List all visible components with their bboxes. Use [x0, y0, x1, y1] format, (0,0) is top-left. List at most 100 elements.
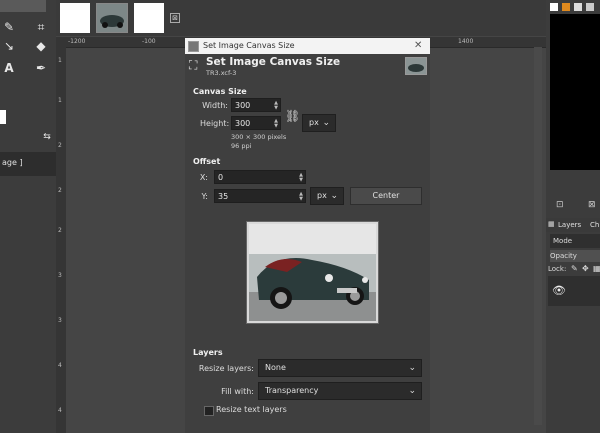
- dialog-window-icon: [188, 41, 199, 52]
- pattern-icon[interactable]: [562, 3, 570, 11]
- dialog-header-title: Set Image Canvas Size: [206, 56, 341, 68]
- decrement-icon[interactable]: ▼: [274, 106, 278, 111]
- x-label: X:: [199, 173, 208, 182]
- height-field[interactable]: 300 ▲ ▼: [231, 116, 281, 130]
- width-value: 300: [235, 101, 251, 110]
- car-preview-image: [249, 224, 376, 321]
- close-icon[interactable]: ✕: [414, 40, 422, 51]
- canvas-size-section-title: Canvas Size: [193, 87, 247, 96]
- image-tab-3[interactable]: [134, 3, 164, 33]
- toolbox-panel: ✎ ⌗ ↘ ◆ A ✒ ⇆: [0, 0, 56, 433]
- unit-select[interactable]: px ⌄: [302, 114, 336, 132]
- ruler-label: 2: [58, 142, 62, 149]
- chevron-down-icon: ⌄: [322, 118, 330, 128]
- warp-tool-icon[interactable]: ✎: [2, 20, 16, 34]
- decrement-icon[interactable]: ▼: [299, 197, 303, 202]
- ruler-label: 2: [58, 187, 62, 194]
- background-color-swatch[interactable]: [0, 110, 6, 124]
- restore-icon[interactable]: ⊡: [556, 200, 564, 210]
- chevron-down-icon: ⌄: [330, 191, 338, 201]
- car-thumbnail-icon: [406, 58, 426, 74]
- toolbox-header: [0, 0, 46, 12]
- x-value: 0: [218, 173, 224, 182]
- chevron-down-icon: ⌄: [408, 386, 416, 396]
- layer-mode-select[interactable]: Mode: [550, 234, 600, 248]
- layers-section-title: Layers: [193, 348, 223, 357]
- vertical-ruler: 1 1 2 2 2 3 3 4 4: [56, 47, 66, 433]
- car-thumbnail-icon: [97, 4, 127, 32]
- offset-unit-select[interactable]: px ⌄: [310, 187, 344, 205]
- tab-channels-label[interactable]: Ch: [590, 221, 599, 229]
- fill-with-select[interactable]: Transparency ⌄: [258, 382, 422, 400]
- visibility-eye-icon[interactable]: 👁: [552, 284, 566, 297]
- resize-text-label: Resize text layers: [216, 405, 287, 414]
- dialog-header-subtitle: TR3.xcf-3: [206, 69, 237, 77]
- chevron-down-icon: ⌄: [408, 363, 416, 373]
- width-field[interactable]: 300 ▲ ▼: [231, 98, 281, 112]
- eraser-tool-icon[interactable]: ◆: [34, 39, 48, 53]
- fill-with-label: Fill with:: [221, 387, 254, 396]
- resize-layers-label: Resize layers:: [198, 364, 254, 373]
- color-picker-tool-icon[interactable]: ✒: [34, 61, 48, 75]
- brush-icon[interactable]: [550, 3, 558, 11]
- layers-icon: ▦: [548, 220, 555, 228]
- ruler-label: 4: [58, 362, 62, 369]
- resize-text-checkbox[interactable]: [204, 406, 214, 416]
- image-thumbnail: [405, 57, 427, 75]
- offset-section-title: Offset: [193, 157, 221, 166]
- ruler-label: 4: [58, 407, 62, 414]
- image-tabs-bar: [56, 0, 546, 36]
- ruler-label: 1: [58, 57, 62, 64]
- font-icon[interactable]: [574, 3, 582, 11]
- canvas-size-icon: ⛶: [189, 58, 198, 72]
- resize-layers-value: None: [265, 363, 286, 372]
- text-tool-icon[interactable]: A: [2, 61, 16, 75]
- ruler-label: 3: [58, 317, 62, 324]
- ruler-label: -100: [142, 38, 156, 45]
- layer-row[interactable]: 👁: [548, 276, 600, 306]
- canvas-vertical-scrollbar[interactable]: [534, 47, 542, 425]
- fill-with-value: Transparency: [265, 386, 319, 395]
- decrement-icon[interactable]: ▼: [274, 124, 278, 129]
- height-value: 300: [235, 119, 251, 128]
- size-info: 300 × 300 pixels: [231, 133, 287, 141]
- lock-pixels-icon[interactable]: ✎: [571, 264, 578, 273]
- decrement-icon[interactable]: ▼: [299, 178, 303, 183]
- ruler-label: 3: [58, 272, 62, 279]
- delete-icon[interactable]: ⊠: [588, 200, 596, 210]
- tabs-close-icon[interactable]: ⊠: [170, 13, 180, 23]
- swap-colors-icon[interactable]: ⇆: [40, 130, 54, 144]
- width-label: Width:: [202, 101, 228, 110]
- dialog-window-title: Set Image Canvas Size: [203, 41, 295, 50]
- navigation-preview: [550, 14, 600, 170]
- dodge-tool-icon[interactable]: ↘: [2, 39, 16, 53]
- mode-label: Mode: [553, 237, 573, 245]
- tab-layers[interactable]: ▦ Layers Ch: [546, 218, 600, 232]
- chain-link-icon[interactable]: ⛓: [285, 102, 300, 130]
- center-button[interactable]: Center: [350, 187, 422, 205]
- ruler-label: 1: [58, 97, 62, 104]
- resize-layers-select[interactable]: None ⌄: [258, 359, 422, 377]
- x-offset-field[interactable]: 0 ▲ ▼: [214, 170, 306, 184]
- y-label: Y:: [201, 192, 208, 201]
- tab-layers-label: Layers: [558, 221, 582, 229]
- ppi-info: 96 ppi: [231, 142, 252, 150]
- y-offset-field[interactable]: 35 ▲ ▼: [214, 189, 306, 203]
- y-value: 35: [218, 192, 229, 201]
- unit-value: px: [309, 118, 319, 127]
- lock-label: Lock:: [548, 265, 567, 273]
- ruler-label: -1200: [68, 38, 86, 45]
- ruler-label: 2: [58, 227, 62, 234]
- lock-alpha-icon[interactable]: ▦: [593, 264, 600, 273]
- image-tab-2[interactable]: [96, 3, 128, 33]
- opacity-slider[interactable]: Opacity: [550, 250, 600, 262]
- lock-position-icon[interactable]: ✥: [582, 264, 589, 273]
- height-label: Height:: [200, 119, 230, 128]
- tool-options-label: age ]: [2, 158, 23, 167]
- opacity-label: Opacity: [550, 252, 577, 260]
- offset-unit-value: px: [317, 191, 327, 200]
- canvas-preview[interactable]: [246, 221, 379, 324]
- image-tab-1[interactable]: [60, 3, 90, 33]
- document-history-icon[interactable]: [586, 3, 594, 11]
- crop-tool-icon[interactable]: ⌗: [34, 20, 48, 34]
